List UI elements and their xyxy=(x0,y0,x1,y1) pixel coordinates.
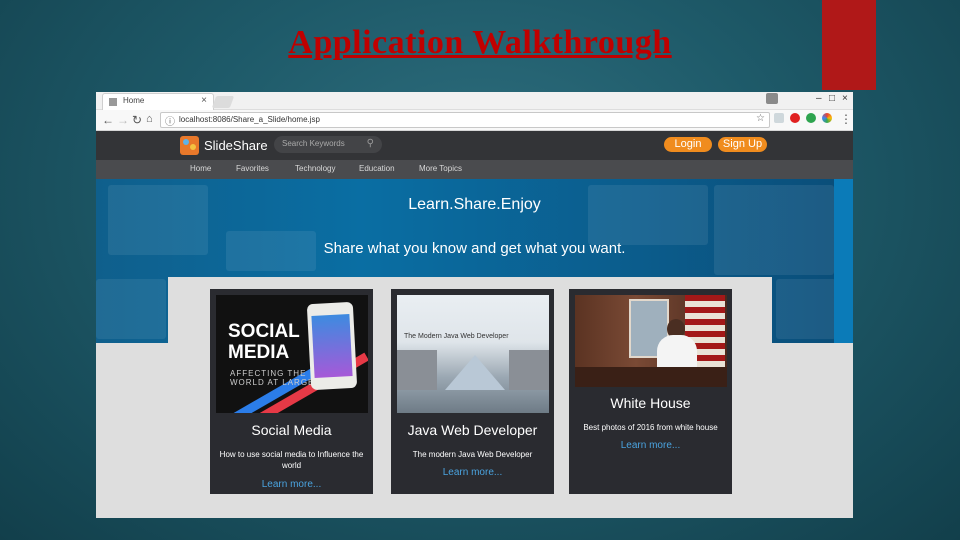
card-image xyxy=(575,295,727,387)
nav-item-technology[interactable]: Technology xyxy=(295,164,335,173)
reload-icon[interactable]: ↻ xyxy=(132,113,142,127)
forward-icon[interactable]: → xyxy=(117,113,129,127)
card-white-house[interactable]: White House Best photos of 2016 from whi… xyxy=(569,289,732,494)
login-button[interactable]: Login xyxy=(664,137,712,152)
browser-tab[interactable]: Home × xyxy=(102,93,214,110)
address-bar[interactable]: ⓘ localhost:8086/Share_a_Slide/home.jsp … xyxy=(160,112,770,128)
color-extension-icon[interactable] xyxy=(822,113,832,123)
card-title: Social Media xyxy=(251,422,332,438)
nav-item-favorites[interactable]: Favorites xyxy=(236,164,269,173)
slide-title: Application Walkthrough xyxy=(288,24,672,61)
home-icon[interactable]: ⌂ xyxy=(146,113,153,125)
phone-image xyxy=(306,301,358,391)
cast-icon[interactable] xyxy=(774,113,784,123)
card-description: How to use social media to Influence the… xyxy=(219,450,364,470)
learn-more-link[interactable]: Learn more... xyxy=(210,479,373,490)
hero-subtitle: Share what you know and get what you wan… xyxy=(323,240,626,257)
image-caption: AFFECTING THE WORLD AT LARGE xyxy=(230,369,315,387)
menu-icon[interactable]: ⋮ xyxy=(840,112,852,126)
nav-item-education[interactable]: Education xyxy=(359,164,395,173)
red-accent-tab xyxy=(822,0,876,90)
image-heading: The Modern Java Web Developer xyxy=(404,333,509,340)
profile-icon[interactable] xyxy=(766,93,778,104)
content-area: SOCIAL MEDIA AFFECTING THE WORLD AT LARG… xyxy=(168,277,772,518)
slideshare-logo-icon[interactable] xyxy=(180,136,199,155)
search-icon[interactable]: ⚲ xyxy=(367,138,374,149)
browser-window: Home × – □ × ← → ↻ ⌂ ⓘ localhost:8086/Sh… xyxy=(96,92,853,518)
background-tile xyxy=(776,279,836,339)
maximize-button[interactable]: □ xyxy=(829,93,835,104)
card-title: Java Web Developer xyxy=(407,422,538,438)
signup-button[interactable]: Sign Up xyxy=(718,137,767,152)
background-tile xyxy=(96,279,166,339)
building-left xyxy=(397,350,437,390)
learn-more-link[interactable]: Learn more... xyxy=(391,467,554,478)
card-title: White House xyxy=(610,395,691,411)
card-social-media[interactable]: SOCIAL MEDIA AFFECTING THE WORLD AT LARG… xyxy=(210,289,373,494)
pyramid-image xyxy=(445,355,505,390)
background-tile xyxy=(588,185,708,245)
back-icon[interactable]: ← xyxy=(102,113,114,127)
close-window-button[interactable]: × xyxy=(842,93,848,104)
hero-title: Learn.Share.Enjoy xyxy=(408,196,541,213)
card-description: The modern Java Web Developer xyxy=(412,450,533,459)
tab-title: Home xyxy=(123,96,145,105)
card-description: Best photos of 2016 from white house xyxy=(583,423,718,432)
site-header: SlideShare Search Keywords ⚲ Login Sign … xyxy=(96,131,853,160)
nav-item-home[interactable]: Home xyxy=(190,164,211,173)
tab-close-icon[interactable]: × xyxy=(201,95,207,106)
page-icon xyxy=(109,98,117,106)
card-java-web-developer[interactable]: The Modern Java Web Developer Java Web D… xyxy=(391,289,554,494)
search-input[interactable]: Search Keywords ⚲ xyxy=(274,136,382,153)
search-placeholder: Search Keywords xyxy=(282,139,345,148)
green-extension-icon[interactable] xyxy=(806,113,816,123)
image-heading: SOCIAL MEDIA xyxy=(228,321,300,363)
info-icon[interactable]: ⓘ xyxy=(165,113,175,128)
card-image: SOCIAL MEDIA AFFECTING THE WORLD AT LARG… xyxy=(216,295,368,413)
minimize-button[interactable]: – xyxy=(816,93,822,104)
site-nav: Home Favorites Technology Education More… xyxy=(96,160,853,179)
opera-extension-icon[interactable] xyxy=(790,113,800,123)
tab-bar: Home × – □ × xyxy=(96,92,853,110)
building-right xyxy=(509,350,549,390)
new-tab-button[interactable] xyxy=(211,96,235,108)
learn-more-link[interactable]: Learn more... xyxy=(569,440,732,451)
desk-image xyxy=(575,367,727,387)
bookmark-star-icon[interactable]: ☆ xyxy=(756,113,765,124)
url-text: localhost:8086/Share_a_Slide/home.jsp xyxy=(179,115,320,124)
card-image: The Modern Java Web Developer xyxy=(397,295,549,413)
browser-toolbar: ← → ↻ ⌂ ⓘ localhost:8086/Share_a_Slide/h… xyxy=(96,110,853,131)
site-logo[interactable]: SlideShare xyxy=(204,138,268,153)
nav-item-more-topics[interactable]: More Topics xyxy=(419,164,462,173)
